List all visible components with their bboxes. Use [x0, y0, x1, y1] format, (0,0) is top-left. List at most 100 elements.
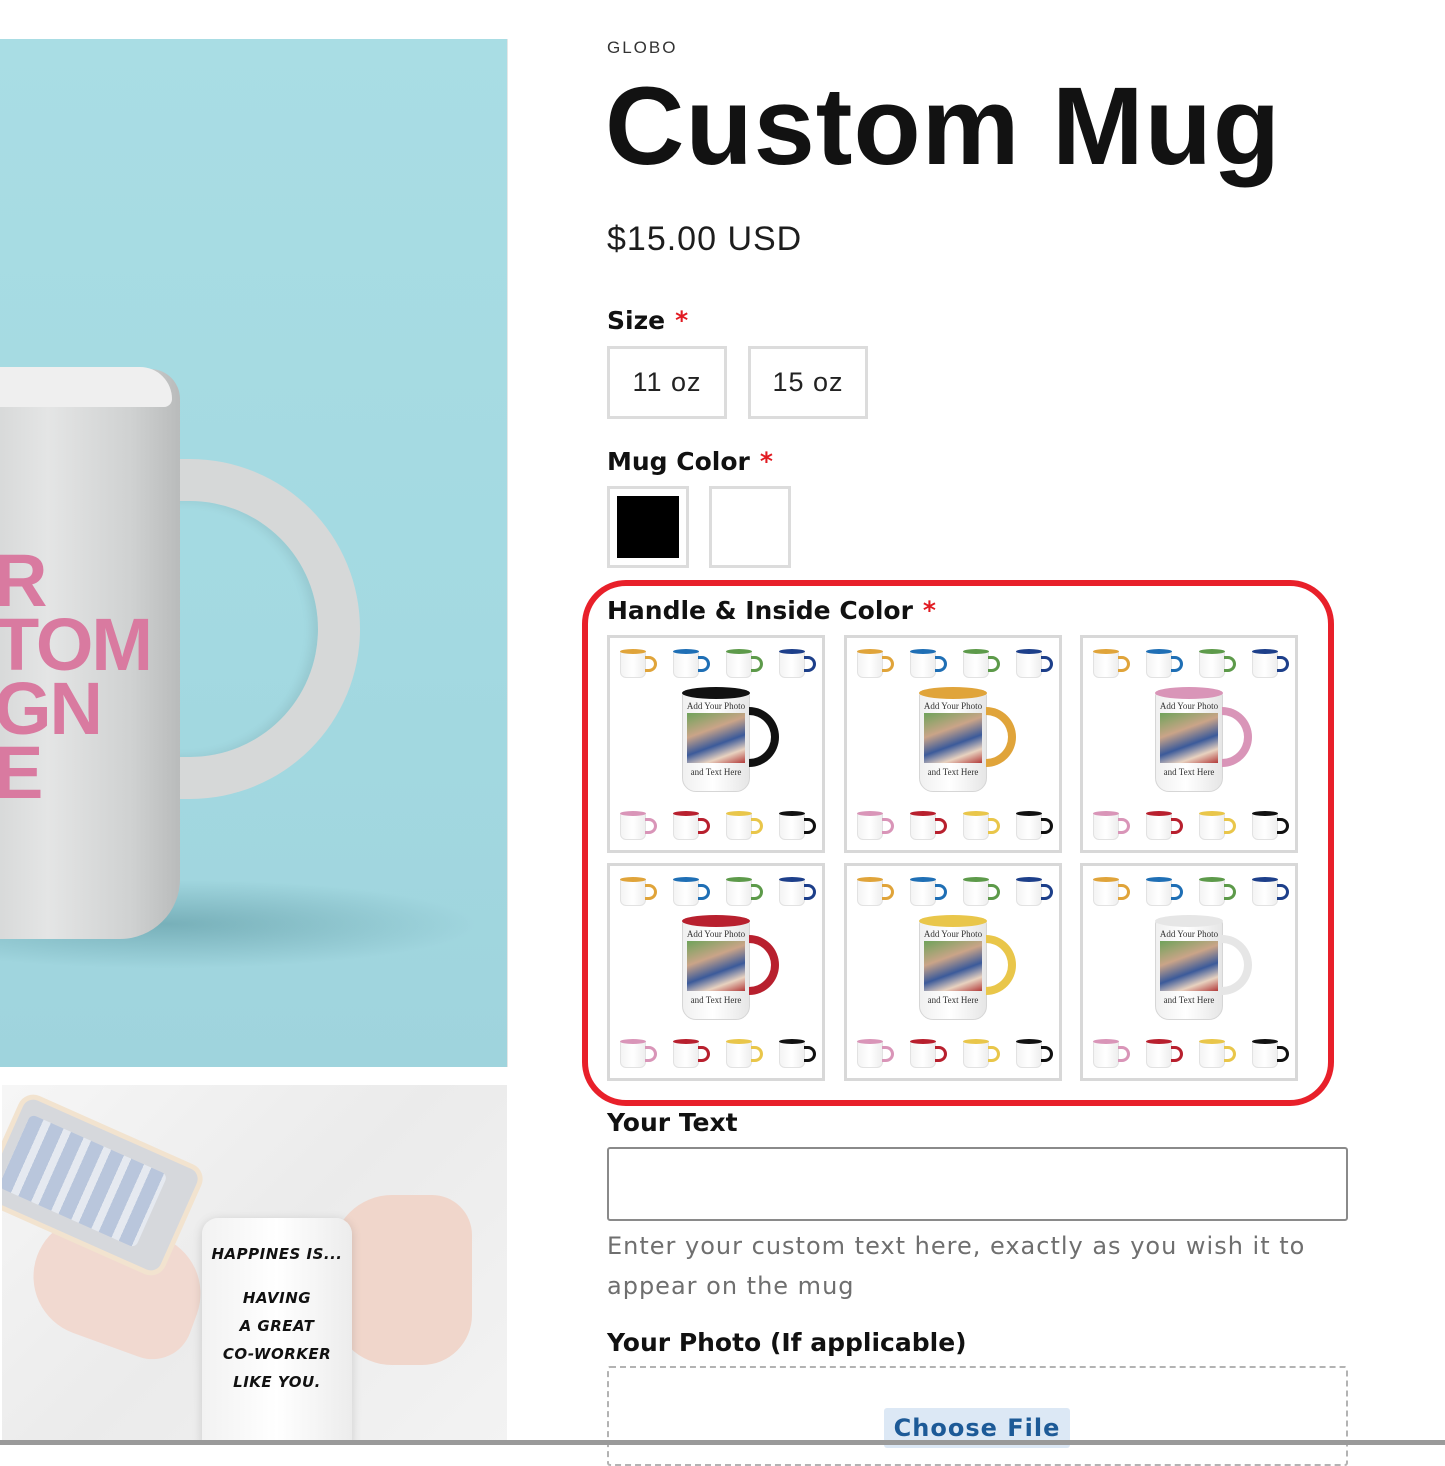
- handle-color-option[interactable]: Add Your Photo and Text Here: [844, 863, 1062, 1081]
- mug-handle: [1222, 935, 1252, 995]
- your-photo-label: Your Photo (If applicable): [607, 1328, 967, 1357]
- mini-mug-icon: [673, 811, 710, 840]
- mini-mug-icon: [857, 1039, 894, 1068]
- mini-mug-icon: [726, 1039, 763, 1068]
- mug-caption-top: Add Your Photo: [923, 701, 983, 711]
- required-mark: *: [675, 306, 689, 335]
- mug-photo: [924, 713, 982, 763]
- mini-mug-icon: [963, 1039, 1000, 1068]
- mug-preview: Add Your Photo and Text Here: [1155, 687, 1252, 792]
- mug-inside: [682, 915, 750, 927]
- mug-color-white[interactable]: [709, 486, 791, 568]
- mini-mug-icon: [1093, 877, 1130, 906]
- mug-color-label: Mug Color *: [607, 447, 773, 476]
- mini-mug-icon: [963, 649, 1000, 678]
- mini-mug-icon: [620, 1039, 657, 1068]
- mini-mug-icon: [910, 811, 947, 840]
- mini-mug-icon: [779, 649, 816, 678]
- white-mug: HAPPINES IS... HAVING A GREAT CO-WORKER …: [202, 1218, 352, 1445]
- mug-caption-top: Add Your Photo: [1159, 929, 1219, 939]
- mug-quote-line: CO-WORKER: [222, 1345, 332, 1363]
- required-mark: *: [922, 596, 936, 625]
- mini-mug-icon: [620, 811, 657, 840]
- mug-handle: [150, 459, 360, 799]
- required-mark: *: [759, 447, 773, 476]
- product-image-thumbnail[interactable]: HAPPINES IS... HAVING A GREAT CO-WORKER …: [2, 1085, 507, 1445]
- mug-caption-bottom: and Text Here: [690, 995, 742, 1005]
- mini-mug-icon: [1016, 1039, 1053, 1068]
- mug-quote-line: HAVING: [242, 1289, 312, 1307]
- mug-photo: [1160, 713, 1218, 763]
- mini-mug-icon: [910, 649, 947, 678]
- mug-quote-line: HAPPINES IS...: [211, 1245, 343, 1263]
- handle-color-option[interactable]: Add Your Photo and Text Here: [607, 863, 825, 1081]
- mug-caption-top: Add Your Photo: [686, 929, 746, 939]
- your-text-input[interactable]: [607, 1147, 1348, 1221]
- mug-handle: [1222, 707, 1252, 767]
- handle-color-option[interactable]: Add Your Photo and Text Here: [1080, 863, 1298, 1081]
- mini-mug-icon: [779, 877, 816, 906]
- mug-color-label-text: Mug Color: [607, 447, 750, 476]
- mini-mug-icon: [1199, 1039, 1236, 1068]
- mug-caption-top: Add Your Photo: [1159, 701, 1219, 711]
- product-vendor: GLOBO: [607, 38, 678, 57]
- mini-mug-icon: [1146, 1039, 1183, 1068]
- mini-mug-icon: [779, 811, 816, 840]
- size-option-11oz[interactable]: 11 oz: [607, 346, 727, 419]
- size-label-text: Size: [607, 306, 666, 335]
- mug-handle: [986, 935, 1016, 995]
- handle-color-option[interactable]: Add Your Photo and Text Here: [844, 635, 1062, 853]
- mug-inside: [919, 915, 987, 927]
- mini-mug-icon: [963, 811, 1000, 840]
- hand-right: [332, 1195, 472, 1365]
- size-option-15oz[interactable]: 15 oz: [748, 346, 868, 419]
- mug-inside: [919, 687, 987, 699]
- mug-preview: Add Your Photo and Text Here: [919, 687, 1016, 792]
- mini-mug-icon: [726, 877, 763, 906]
- mini-mug-icon: [963, 877, 1000, 906]
- mini-mug-icon: [726, 649, 763, 678]
- mini-mug-icon: [1146, 649, 1183, 678]
- mini-mug-icon: [1016, 649, 1053, 678]
- mug-quote-line: LIKE YOU.: [233, 1373, 321, 1391]
- mini-mug-icon: [673, 1039, 710, 1068]
- your-text-label: Your Text: [607, 1108, 738, 1137]
- mini-mug-icon: [1252, 1039, 1289, 1068]
- mini-mug-icon: [857, 811, 894, 840]
- mini-mug-icon: [726, 811, 763, 840]
- handle-color-label: Handle & Inside Color *: [607, 596, 936, 625]
- mug-photo: [687, 713, 745, 763]
- mug-caption-bottom: and Text Here: [927, 767, 979, 777]
- product-price: $15.00 USD: [607, 220, 803, 258]
- mini-mug-icon: [620, 649, 657, 678]
- mug-photo: [1160, 941, 1218, 991]
- mini-mug-icon: [1093, 649, 1130, 678]
- mini-mug-icon: [1016, 877, 1053, 906]
- viewport-bottom-edge: [0, 1440, 1445, 1445]
- product-image-main[interactable]: R TOM GN E: [0, 39, 508, 1067]
- mug-photo: [924, 941, 982, 991]
- mini-mug-icon: [857, 877, 894, 906]
- mug-caption-top: Add Your Photo: [686, 701, 746, 711]
- mini-mug-icon: [857, 649, 894, 678]
- handle-color-option[interactable]: Add Your Photo and Text Here: [1080, 635, 1298, 853]
- mini-mug-icon: [1252, 649, 1289, 678]
- product-title: Custom Mug: [605, 65, 1282, 188]
- mug-preview: Add Your Photo and Text Here: [682, 915, 779, 1020]
- mini-mug-icon: [1146, 811, 1183, 840]
- mug-handle: [749, 707, 779, 767]
- handle-color-label-text: Handle & Inside Color: [607, 596, 913, 625]
- size-label: Size *: [607, 306, 688, 335]
- mug-inside: [682, 687, 750, 699]
- mug-handle: [749, 935, 779, 995]
- mini-mug-icon: [1146, 877, 1183, 906]
- mini-mug-icon: [1199, 649, 1236, 678]
- mug-caption-bottom: and Text Here: [1163, 767, 1215, 777]
- handle-color-option[interactable]: Add Your Photo and Text Here: [607, 635, 825, 853]
- mini-mug-icon: [1093, 811, 1130, 840]
- mug-color-black[interactable]: [607, 486, 689, 568]
- mug-caption-bottom: and Text Here: [927, 995, 979, 1005]
- mini-mug-icon: [673, 649, 710, 678]
- mini-mug-icon: [1093, 1039, 1130, 1068]
- your-text-help: Enter your custom text here, exactly as …: [607, 1232, 1306, 1300]
